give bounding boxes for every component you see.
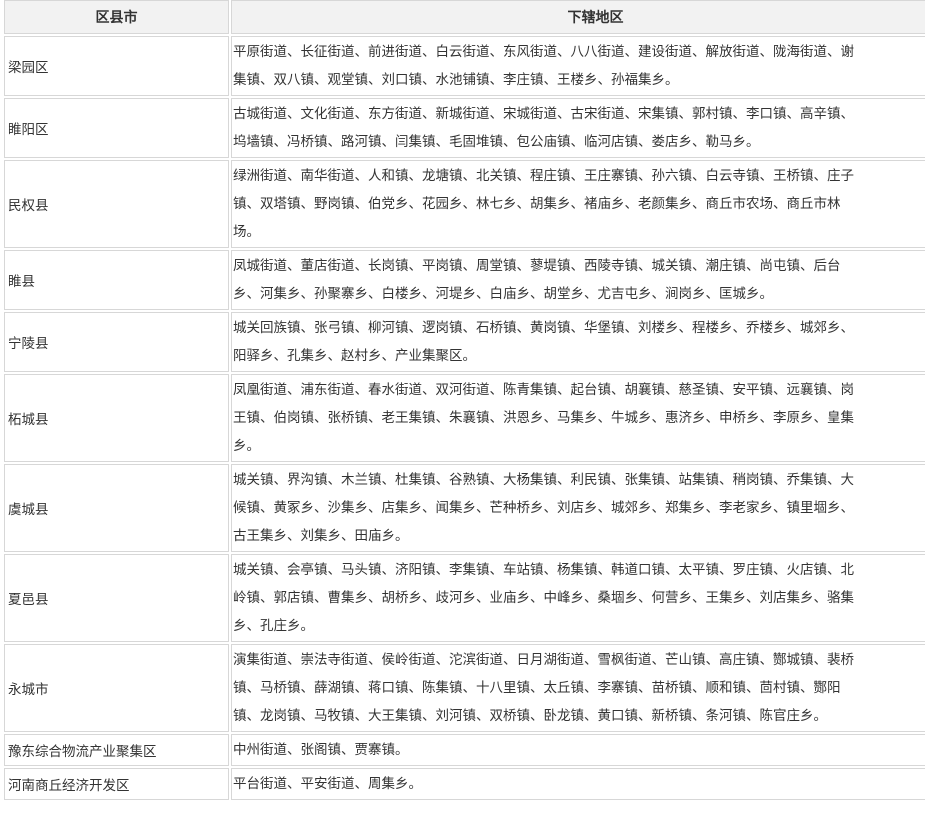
subdivisions-line: 平原街道、长征街道、前进街道、白云街道、东风街道、八八街道、建设街道、解放街道、… bbox=[233, 44, 854, 60]
table-row: 宁陵县 城关回族镇、张弓镇、柳河镇、逻岗镇、石桥镇、黄岗镇、华堡镇、刘楼乡、程楼乡… bbox=[4, 312, 925, 372]
subdivisions-line: 城关回族镇、张弓镇、柳河镇、逻岗镇、石桥镇、黄岗镇、华堡镇、刘楼乡、程楼乡、乔楼… bbox=[233, 320, 854, 336]
table-row: 柘城县 凤凰街道、浦东街道、春水街道、双河街道、陈青集镇、起台镇、胡襄镇、慈圣镇、… bbox=[4, 374, 925, 462]
subdivisions-line: 乡、孔庄乡。 bbox=[233, 618, 314, 634]
subdivisions-line: 阳驿乡、孔集乡、赵村乡、产业集聚区。 bbox=[233, 348, 476, 364]
district-name-cell: 虞城县 bbox=[4, 464, 229, 552]
table-row: 睢阳区 古城街道、文化街道、东方街道、新城街道、宋城街道、古宋街道、宋集镇、郭村镇… bbox=[4, 98, 925, 158]
subdivisions-cell: 演集街道、崇法寺街道、侯岭街道、沱滨街道、日月湖街道、雪枫街道、芒山镇、高庄镇、… bbox=[231, 644, 925, 732]
table-row: 夏邑县 城关镇、会亭镇、马头镇、济阳镇、李集镇、车站镇、杨集镇、韩道口镇、太平镇、… bbox=[4, 554, 925, 642]
district-name-cell: 豫东综合物流产业聚集区 bbox=[4, 734, 229, 766]
table-row: 睢县 凤城街道、董店街道、长岗镇、平岗镇、周堂镇、蓼堤镇、西陵寺镇、城关镇、潮庄镇… bbox=[4, 250, 925, 310]
table-row: 河南商丘经济开发区 平台街道、平安街道、周集乡。 bbox=[4, 768, 925, 800]
district-name-cell: 民权县 bbox=[4, 160, 229, 248]
subdivisions-line: 城关镇、会亭镇、马头镇、济阳镇、李集镇、车站镇、杨集镇、韩道口镇、太平镇、罗庄镇… bbox=[233, 562, 854, 578]
district-name-cell: 梁园区 bbox=[4, 36, 229, 96]
subdivisions-line: 镇、双塔镇、野岗镇、伯党乡、花园乡、林七乡、胡集乡、褚庙乡、老颜集乡、商丘市农场… bbox=[233, 196, 841, 212]
table-row: 虞城县 城关镇、界沟镇、木兰镇、杜集镇、谷熟镇、大杨集镇、利民镇、张集镇、站集镇、… bbox=[4, 464, 925, 552]
page: 区县市 下辖地区 梁园区 平原街道、长征街道、前进街道、白云街道、东风街道、八八街… bbox=[0, 0, 925, 825]
subdivisions-line: 坞墙镇、冯桥镇、路河镇、闫集镇、毛固堆镇、包公庙镇、临河店镇、娄店乡、勒马乡。 bbox=[233, 134, 760, 150]
subdivisions-line: 古城街道、文化街道、东方街道、新城街道、宋城街道、古宋街道、宋集镇、郭村镇、李口… bbox=[233, 106, 854, 122]
subdivisions-line: 乡。 bbox=[233, 438, 260, 454]
subdivisions-cell: 凤城街道、董店街道、长岗镇、平岗镇、周堂镇、蓼堤镇、西陵寺镇、城关镇、潮庄镇、尚… bbox=[231, 250, 925, 310]
table-row: 豫东综合物流产业聚集区 中州街道、张阁镇、贾寨镇。 bbox=[4, 734, 925, 766]
district-name-cell: 睢县 bbox=[4, 250, 229, 310]
column-header-district: 区县市 bbox=[4, 0, 229, 34]
subdivisions-line: 乡、河集乡、孙聚寨乡、白楼乡、河堤乡、白庙乡、胡堂乡、尤吉屯乡、涧岗乡、匡城乡。 bbox=[233, 286, 773, 302]
subdivisions-line: 王镇、伯岗镇、张桥镇、老王集镇、朱襄镇、洪恩乡、马集乡、牛城乡、惠济乡、申桥乡、… bbox=[233, 410, 854, 426]
subdivisions-line: 岭镇、郭店镇、曹集乡、胡桥乡、歧河乡、业庙乡、中峰乡、桑堌乡、何营乡、王集乡、刘… bbox=[233, 590, 854, 606]
table-body: 梁园区 平原街道、长征街道、前进街道、白云街道、东风街道、八八街道、建设街道、解放… bbox=[4, 36, 925, 800]
subdivisions-cell: 中州街道、张阁镇、贾寨镇。 bbox=[231, 734, 925, 766]
district-name-cell: 永城市 bbox=[4, 644, 229, 732]
table-row: 民权县 绿洲街道、南华街道、人和镇、龙塘镇、北关镇、程庄镇、王庄寨镇、孙六镇、白云… bbox=[4, 160, 925, 248]
subdivisions-cell: 绿洲街道、南华街道、人和镇、龙塘镇、北关镇、程庄镇、王庄寨镇、孙六镇、白云寺镇、… bbox=[231, 160, 925, 248]
table-header-row: 区县市 下辖地区 bbox=[4, 0, 925, 34]
subdivisions-line: 古王集乡、刘集乡、田庙乡。 bbox=[233, 528, 409, 544]
subdivisions-cell: 平原街道、长征街道、前进街道、白云街道、东风街道、八八街道、建设街道、解放街道、… bbox=[231, 36, 925, 96]
subdivisions-line: 凤凰街道、浦东街道、春水街道、双河街道、陈青集镇、起台镇、胡襄镇、慈圣镇、安平镇… bbox=[233, 382, 854, 398]
districts-table: 区县市 下辖地区 梁园区 平原街道、长征街道、前进街道、白云街道、东风街道、八八街… bbox=[2, 0, 925, 802]
district-name-cell: 宁陵县 bbox=[4, 312, 229, 372]
subdivisions-cell: 城关回族镇、张弓镇、柳河镇、逻岗镇、石桥镇、黄岗镇、华堡镇、刘楼乡、程楼乡、乔楼… bbox=[231, 312, 925, 372]
subdivisions-cell: 凤凰街道、浦东街道、春水街道、双河街道、陈青集镇、起台镇、胡襄镇、慈圣镇、安平镇… bbox=[231, 374, 925, 462]
column-header-subdivisions: 下辖地区 bbox=[231, 0, 925, 34]
subdivisions-cell: 古城街道、文化街道、东方街道、新城街道、宋城街道、古宋街道、宋集镇、郭村镇、李口… bbox=[231, 98, 925, 158]
district-name-cell: 夏邑县 bbox=[4, 554, 229, 642]
subdivisions-line: 凤城街道、董店街道、长岗镇、平岗镇、周堂镇、蓼堤镇、西陵寺镇、城关镇、潮庄镇、尚… bbox=[233, 258, 841, 274]
district-name-cell: 睢阳区 bbox=[4, 98, 229, 158]
subdivisions-line: 候镇、黄冢乡、沙集乡、店集乡、闻集乡、芒种桥乡、刘店乡、城郊乡、郑集乡、李老家乡… bbox=[233, 500, 854, 516]
subdivisions-line: 镇、龙岗镇、马牧镇、大王集镇、刘河镇、双桥镇、卧龙镇、黄口镇、新桥镇、条河镇、陈… bbox=[233, 708, 827, 724]
subdivisions-cell: 城关镇、会亭镇、马头镇、济阳镇、李集镇、车站镇、杨集镇、韩道口镇、太平镇、罗庄镇… bbox=[231, 554, 925, 642]
subdivisions-line: 中州街道、张阁镇、贾寨镇。 bbox=[233, 742, 409, 758]
subdivisions-line: 演集街道、崇法寺街道、侯岭街道、沱滨街道、日月湖街道、雪枫街道、芒山镇、高庄镇、… bbox=[233, 652, 854, 668]
subdivisions-cell: 平台街道、平安街道、周集乡。 bbox=[231, 768, 925, 800]
table-row: 永城市 演集街道、崇法寺街道、侯岭街道、沱滨街道、日月湖街道、雪枫街道、芒山镇、高… bbox=[4, 644, 925, 732]
subdivisions-line: 集镇、双八镇、观堂镇、刘口镇、水池铺镇、李庄镇、王楼乡、孙福集乡。 bbox=[233, 72, 679, 88]
subdivisions-line: 镇、马桥镇、薛湖镇、蒋口镇、陈集镇、十八里镇、太丘镇、李寨镇、苗桥镇、顺和镇、茴… bbox=[233, 680, 841, 696]
subdivisions-line: 绿洲街道、南华街道、人和镇、龙塘镇、北关镇、程庄镇、王庄寨镇、孙六镇、白云寺镇、… bbox=[233, 168, 854, 184]
subdivisions-line: 平台街道、平安街道、周集乡。 bbox=[233, 776, 422, 792]
table-row: 梁园区 平原街道、长征街道、前进街道、白云街道、东风街道、八八街道、建设街道、解放… bbox=[4, 36, 925, 96]
district-name-cell: 河南商丘经济开发区 bbox=[4, 768, 229, 800]
district-name-cell: 柘城县 bbox=[4, 374, 229, 462]
subdivisions-line: 场。 bbox=[233, 224, 260, 240]
subdivisions-cell: 城关镇、界沟镇、木兰镇、杜集镇、谷熟镇、大杨集镇、利民镇、张集镇、站集镇、稍岗镇… bbox=[231, 464, 925, 552]
subdivisions-line: 城关镇、界沟镇、木兰镇、杜集镇、谷熟镇、大杨集镇、利民镇、张集镇、站集镇、稍岗镇… bbox=[233, 472, 854, 488]
